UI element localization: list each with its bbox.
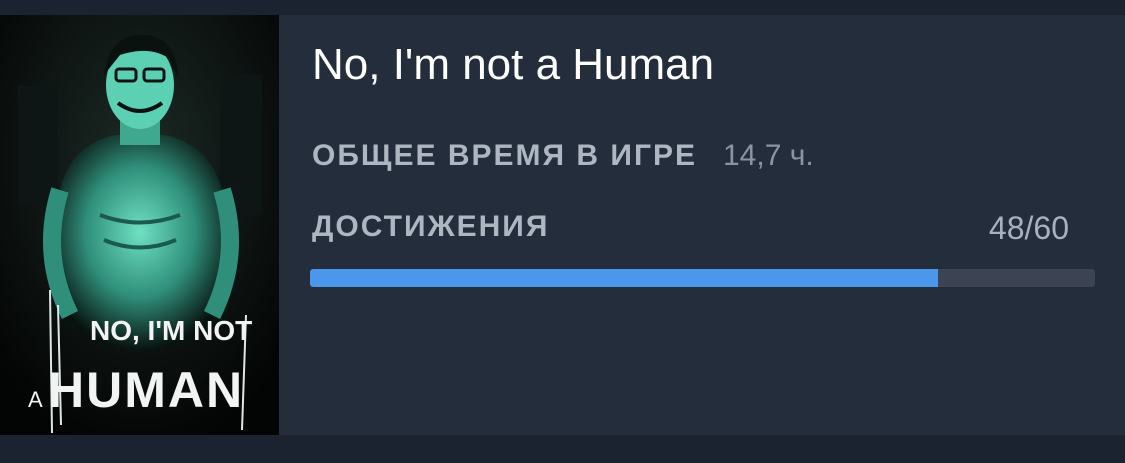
playtime-value: 14,7 ч. <box>722 139 814 172</box>
playtime-row: ОБЩЕЕ ВРЕМЯ В ИГРЕ 14,7 ч. <box>312 139 814 179</box>
playtime-label: ОБЩЕЕ ВРЕМЯ В ИГРЕ <box>312 139 697 172</box>
game-title[interactable]: No, I'm not a Human <box>312 39 714 91</box>
achievements-count: 48/60 <box>988 210 1069 246</box>
achievements-progress-fill <box>310 269 938 287</box>
cover-title-line2: HUMAN <box>48 362 244 418</box>
game-card[interactable]: NO, I'M NOT A HUMAN No, I'm not a Human … <box>0 15 1125 435</box>
achievements-progress-bar <box>310 269 1095 287</box>
cover-title-line1: NO, I'M NOT <box>90 315 252 346</box>
cover-illustration: NO, I'M NOT A HUMAN <box>0 15 279 435</box>
achievements-label[interactable]: ДОСТИЖЕНИЯ <box>312 210 549 244</box>
game-cover-art[interactable]: NO, I'M NOT A HUMAN <box>0 15 279 435</box>
cover-title-prefix: A <box>28 387 43 412</box>
